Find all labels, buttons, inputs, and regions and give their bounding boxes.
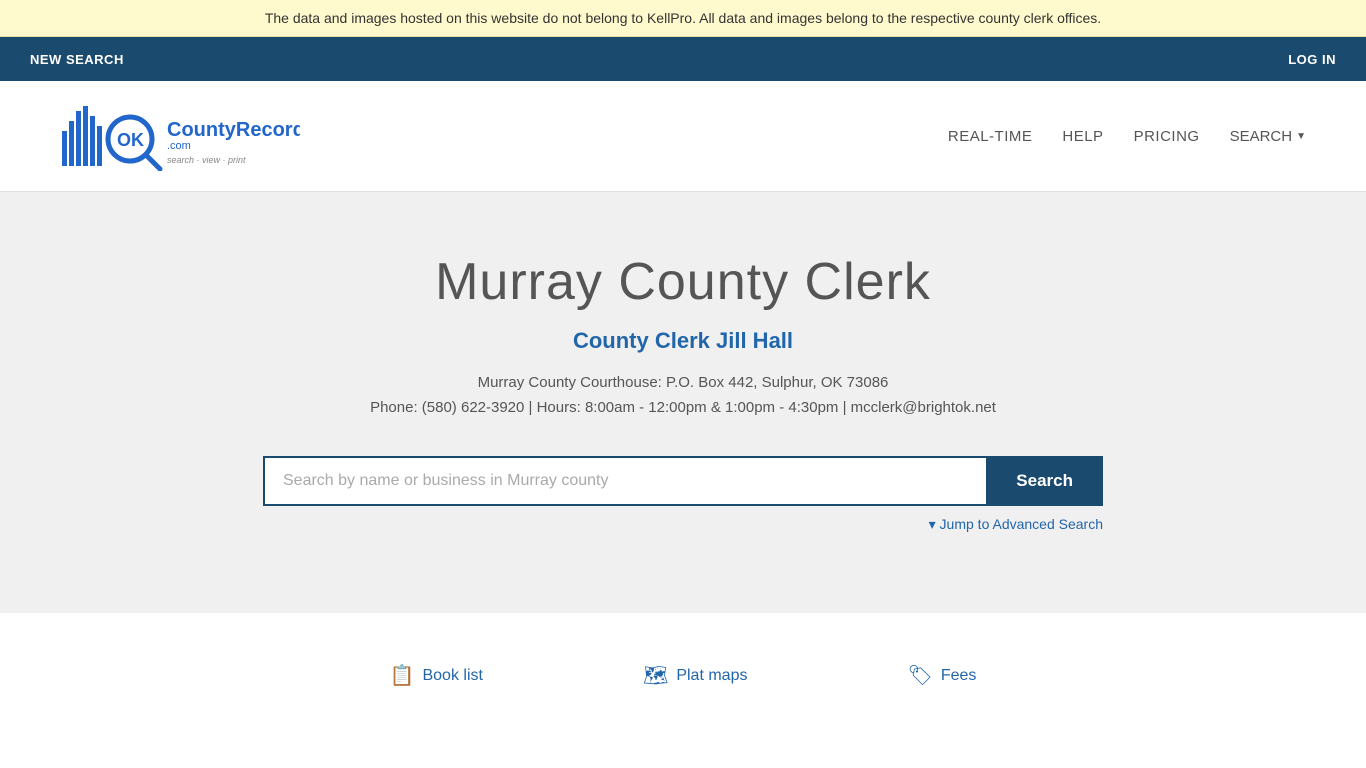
site-header: OK CountyRecords .com search · view · pr… <box>0 81 1366 192</box>
nav-pricing[interactable]: PRICING <box>1134 128 1200 145</box>
logo-area[interactable]: OK CountyRecords .com search · view · pr… <box>60 101 300 171</box>
banner-text: The data and images hosted on this websi… <box>265 10 1101 26</box>
book-list-icon: 📋 <box>390 663 415 688</box>
new-search-link[interactable]: NEW SEARCH <box>20 40 134 79</box>
nav-search-dropdown[interactable]: SEARCH ▼ <box>1230 128 1306 145</box>
footer-links: 📋 Book list 🗺 Plat maps 🏷 Fees <box>0 613 1366 738</box>
plat-maps-link[interactable]: 🗺 Plat maps <box>643 663 748 688</box>
header-nav: REAL-TIME HELP PRICING SEARCH ▼ <box>948 128 1306 145</box>
dropdown-caret-icon: ▼ <box>1296 131 1306 142</box>
login-link[interactable]: LOG IN <box>1278 40 1346 79</box>
plat-maps-icon: 🗺 <box>643 663 668 688</box>
contact-info: Phone: (580) 622-3920 | Hours: 8:00am - … <box>20 399 1346 416</box>
svg-text:OK: OK <box>117 130 144 150</box>
nav-bar: NEW SEARCH LOG IN <box>0 37 1366 81</box>
plat-maps-label: Plat maps <box>676 667 747 685</box>
fees-link[interactable]: 🏷 Fees <box>907 663 976 688</box>
top-banner: The data and images hosted on this websi… <box>0 0 1366 37</box>
main-content: Murray County Clerk County Clerk Jill Ha… <box>0 192 1366 613</box>
svg-text:search · view · print: search · view · print <box>167 155 246 165</box>
fees-icon: 🏷 <box>907 663 932 688</box>
svg-text:CountyRecords: CountyRecords <box>167 119 300 141</box>
logo-svg: OK CountyRecords .com search · view · pr… <box>60 101 300 171</box>
search-input[interactable] <box>263 456 986 506</box>
address-info: Murray County Courthouse: P.O. Box 442, … <box>20 374 1346 391</box>
svg-text:.com: .com <box>167 140 191 152</box>
county-title: Murray County Clerk <box>20 252 1346 312</box>
advanced-search-area: ▾ Jump to Advanced Search <box>263 516 1103 533</box>
book-list-label: Book list <box>422 667 482 685</box>
advanced-search-link[interactable]: ▾ Jump to Advanced Search <box>929 516 1103 532</box>
nav-search-label: SEARCH <box>1230 128 1293 145</box>
search-button[interactable]: Search <box>986 456 1103 506</box>
nav-realtime[interactable]: REAL-TIME <box>948 128 1033 145</box>
nav-help[interactable]: HELP <box>1062 128 1103 145</box>
search-container: Search <box>263 456 1103 506</box>
clerk-name: County Clerk Jill Hall <box>20 328 1346 354</box>
book-list-link[interactable]: 📋 Book list <box>390 663 483 688</box>
fees-label: Fees <box>941 667 977 685</box>
